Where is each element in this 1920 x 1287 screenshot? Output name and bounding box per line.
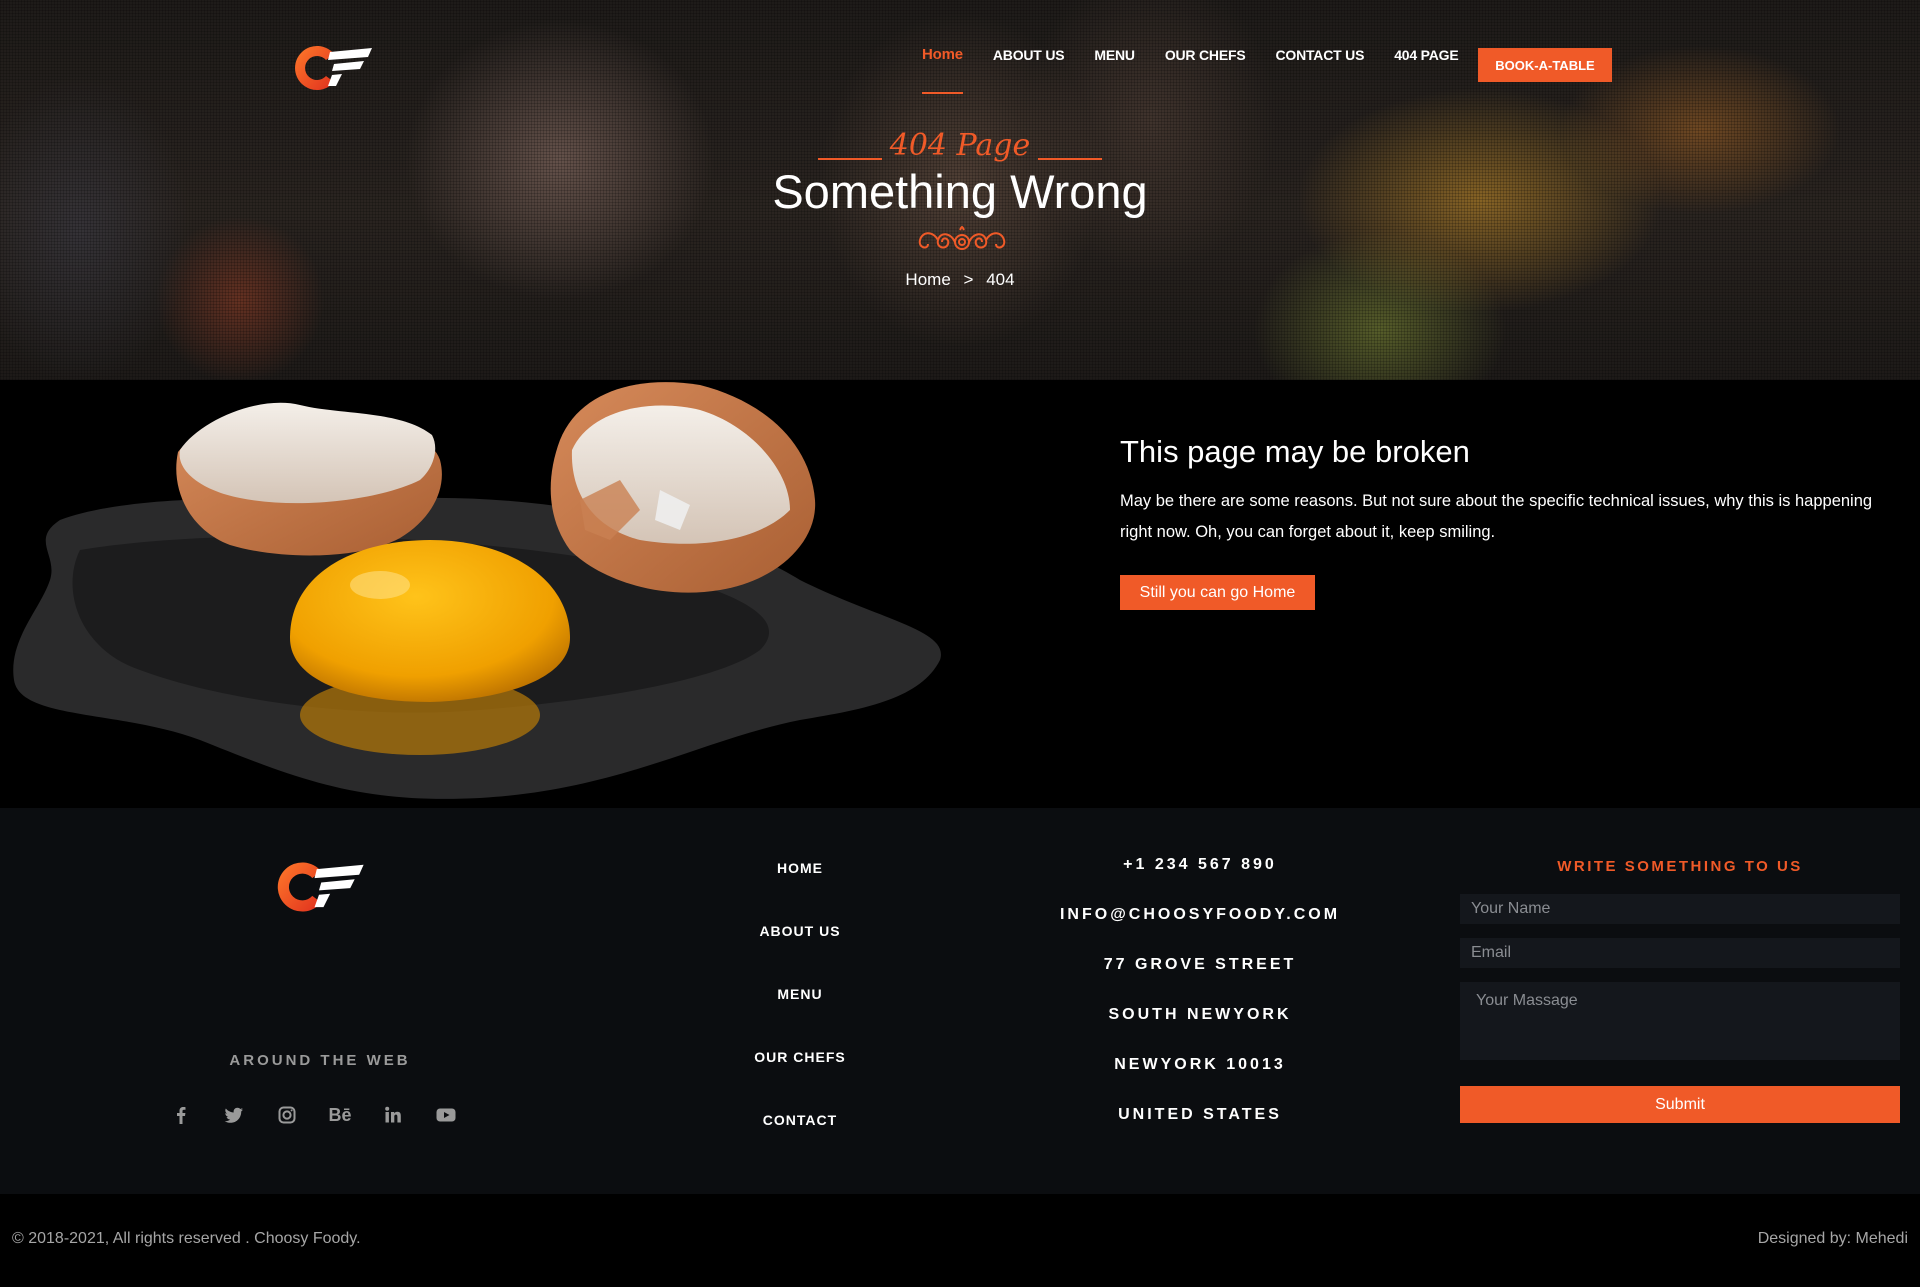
contact-info: +1 234 567 890 INFO@CHOOSYFOODY.COM 77 G… <box>1000 856 1400 1156</box>
choosy-foody-logo-icon <box>295 46 372 90</box>
contact-address-street: 77 GROVE STREET <box>1103 956 1297 973</box>
contact-email: INFO@CHOOSYFOODY.COM <box>1059 906 1341 923</box>
footer-link-about-us[interactable]: ABOUT US <box>700 923 900 986</box>
name-field[interactable] <box>1460 894 1900 924</box>
designer-credit: Designed by: Mehedi <box>1757 1230 1908 1247</box>
breadcrumb-home[interactable]: Home <box>905 270 950 289</box>
contact-address-country: UNITED STATES <box>1118 1106 1282 1123</box>
submit-button[interactable]: Submit <box>1460 1086 1900 1123</box>
footer: AROUND THE WEB Bē HOME ABOUT US MENU OUR… <box>0 808 1920 1194</box>
contact-address-city: NEWYORK 10013 <box>1114 1056 1286 1073</box>
copyright-text: © 2018-2021, All rights reserved . Choos… <box>12 1230 361 1247</box>
nav-our-chefs[interactable]: OUR CHEFS <box>1165 47 1246 63</box>
broken-egg-illustration <box>13 382 941 799</box>
breadcrumb-current: 404 <box>986 270 1015 289</box>
behance-icon[interactable]: Bē <box>329 1104 352 1126</box>
nav-contact-us[interactable]: CONTACT US <box>1275 47 1364 63</box>
email-field[interactable] <box>1460 938 1900 968</box>
hero-section: Home ABOUT US MENU OUR CHEFS CONTACT US … <box>0 0 1920 380</box>
breadcrumb: Home > 404 <box>0 270 1920 290</box>
nav-home[interactable]: Home <box>922 46 963 94</box>
youtube-icon[interactable] <box>435 1104 457 1126</box>
main-nav: Home ABOUT US MENU OUR CHEFS CONTACT US … <box>922 46 1489 94</box>
footer-link-menu[interactable]: MENU <box>700 986 900 1049</box>
footer-link-home[interactable]: HOME <box>700 860 900 923</box>
footer-logo[interactable] <box>272 858 366 916</box>
page-title: Something Wrong <box>772 165 1148 218</box>
social-links: Bē <box>170 1104 488 1126</box>
error-description: May be there are some reasons. But not s… <box>1120 492 1873 541</box>
twitter-icon[interactable] <box>223 1104 245 1126</box>
linkedin-icon[interactable] <box>382 1104 404 1126</box>
error-heading: This page may be broken <box>1120 434 1470 469</box>
nav-menu[interactable]: MENU <box>1094 47 1135 63</box>
go-home-button[interactable]: Still you can go Home <box>1120 575 1315 610</box>
facebook-icon[interactable] <box>170 1104 192 1126</box>
contact-address-area: SOUTH NEWYORK <box>1108 1006 1292 1023</box>
logo[interactable] <box>290 42 374 94</box>
bottom-bar: © 2018-2021, All rights reserved . Choos… <box>0 1194 1920 1287</box>
footer-link-our-chefs[interactable]: OUR CHEFS <box>700 1049 900 1112</box>
nav-404-page[interactable]: 404 PAGE <box>1394 47 1458 63</box>
footer-link-contact[interactable]: CONTACT <box>700 1112 900 1175</box>
contact-phone: +1 234 567 890 <box>1123 856 1277 873</box>
contact-form-title: WRITE SOMETHING TO US <box>1557 858 1803 875</box>
subtitle-divider-right <box>1038 158 1102 160</box>
choosy-foody-logo-icon <box>277 862 364 912</box>
breadcrumb-separator: > <box>963 270 974 289</box>
hero-subtitle-row: 404 Page <box>818 128 1102 168</box>
book-a-table-button[interactable]: BOOK-A-TABLE <box>1478 48 1612 82</box>
footer-nav: HOME ABOUT US MENU OUR CHEFS CONTACT <box>700 860 900 1175</box>
error-section <box>0 380 1920 808</box>
nav-about-us[interactable]: ABOUT US <box>993 47 1065 63</box>
instagram-icon[interactable] <box>276 1104 298 1126</box>
message-field[interactable] <box>1460 982 1900 1060</box>
ornament-icon <box>918 226 1006 250</box>
around-the-web-label: AROUND THE WEB <box>229 1052 411 1069</box>
